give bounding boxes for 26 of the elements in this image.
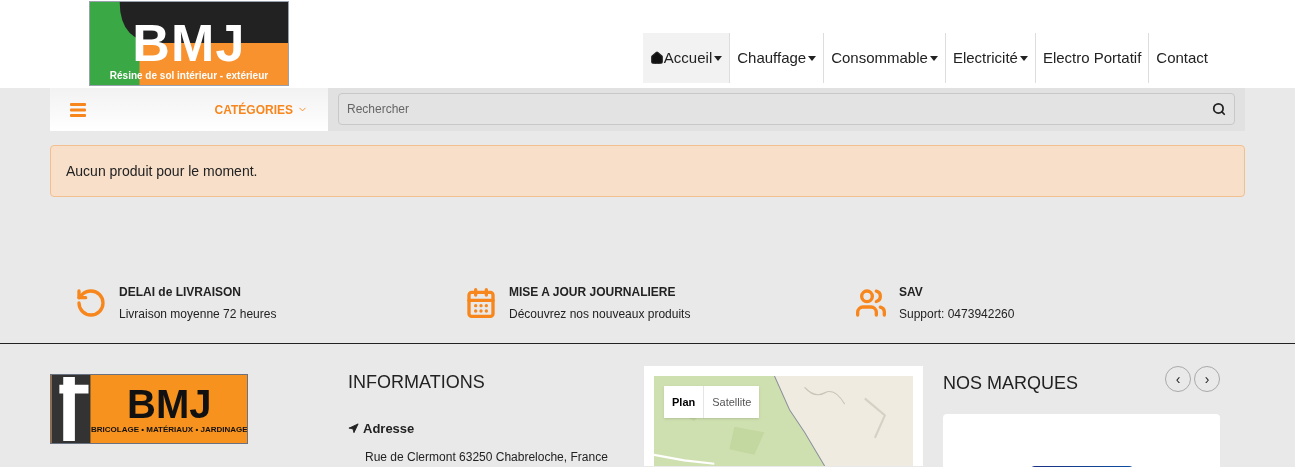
section-heading: INFORMATIONS — [348, 373, 486, 391]
menu-icon — [70, 102, 86, 117]
alert-message: Aucun produit pour le moment. — [50, 145, 1245, 197]
footer-logo[interactable]: BMJ BRICOLAGE • MATÉRIAUX • JARDINAGE — [50, 374, 248, 444]
map-type-button[interactable]: Satellite — [703, 386, 760, 418]
feature-title: SAV — [899, 284, 924, 301]
feature-title: MISE A JOUR JOURNALIERE — [509, 284, 677, 301]
search-icon[interactable] — [1212, 102, 1226, 116]
people-icon — [855, 287, 887, 319]
nav-link[interactable]: Accueil — [642, 33, 731, 83]
feature-text: Livraison moyenne 72 heures — [119, 306, 277, 323]
feature-title: DELAI de LIVRAISON — [119, 284, 242, 301]
map-type-button[interactable]: Plan — [664, 386, 704, 418]
home-icon — [649, 51, 664, 65]
address-label: Adresse — [363, 420, 415, 438]
address-text: Rue de Clermont 63250 Chabreloche, France — [365, 448, 609, 466]
feature-text: Découvrez nos nouveaux produits — [509, 306, 691, 323]
logo-title: BMJ — [127, 384, 212, 424]
refresh-icon — [75, 287, 107, 319]
cross-drawing — [51, 375, 91, 443]
search-field[interactable]: Rechercher — [338, 93, 1235, 125]
feature-text: Support: 0473942260 — [899, 306, 1015, 323]
location-arrow-icon — [348, 423, 359, 435]
logo-tagline: BRICOLAGE • MATÉRIAUX • JARDINAGE — [91, 426, 247, 434]
calendar-icon — [465, 287, 497, 319]
section-heading: NOS MARQUES — [943, 374, 1079, 392]
